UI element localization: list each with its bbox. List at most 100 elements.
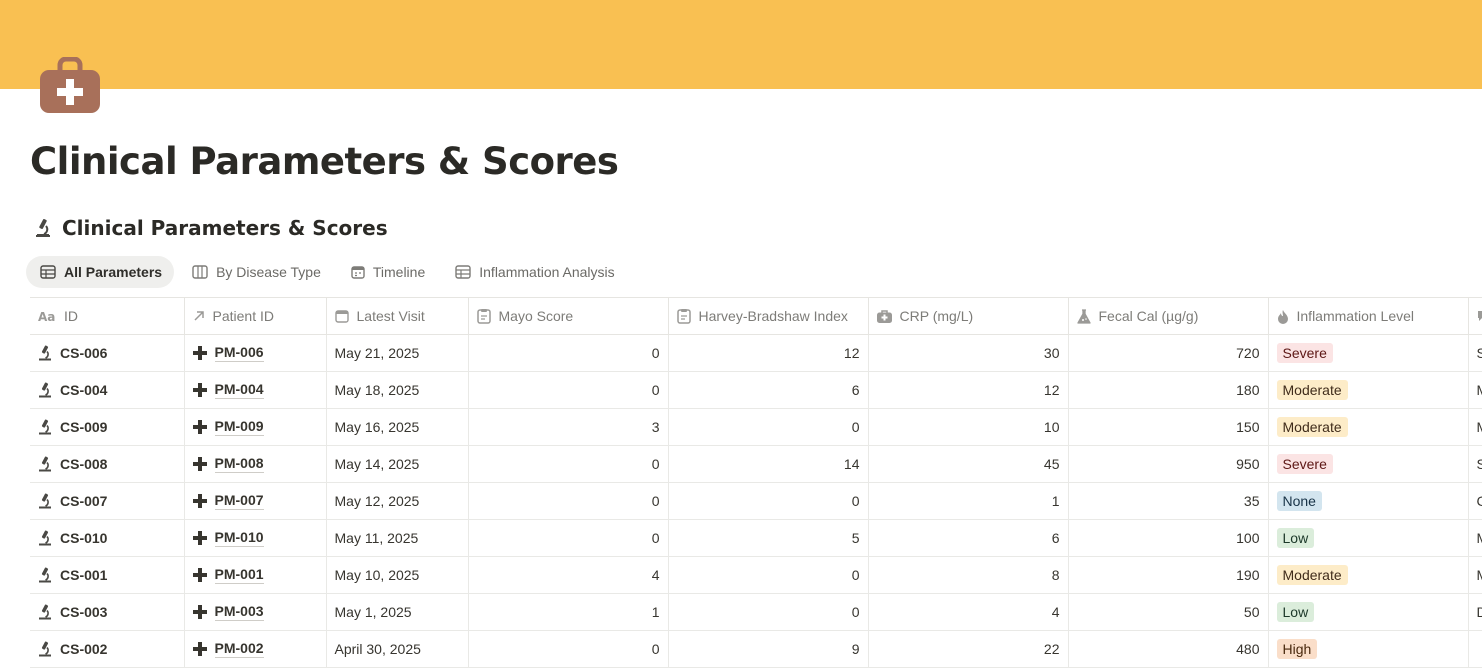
column-header-crp[interactable]: CRP (mg/L) [868, 298, 1068, 335]
column-header-fecal-cal[interactable]: Fecal Cal (µg/g) [1068, 298, 1268, 335]
tab-timeline[interactable]: Timeline [337, 256, 437, 288]
cell-latest-visit[interactable]: May 14, 2025 [326, 446, 468, 483]
cell-truncated[interactable]: M [1468, 409, 1482, 446]
cell-id[interactable]: CS-010 [30, 520, 184, 557]
cell-id[interactable]: CS-008 [30, 446, 184, 483]
table-row[interactable]: CS-010 PM-010 May 11, 2025056100LowM [30, 520, 1482, 557]
patient-link[interactable]: PM-010 [215, 529, 264, 547]
cell-mayo-score[interactable]: 0 [468, 483, 668, 520]
cell-latest-visit[interactable]: May 21, 2025 [326, 335, 468, 372]
cell-truncated[interactable]: S [1468, 446, 1482, 483]
cell-mayo-score[interactable]: 0 [468, 446, 668, 483]
cell-crp[interactable]: 6 [868, 520, 1068, 557]
cell-id[interactable]: CS-006 [30, 335, 184, 372]
cell-truncated[interactable]: M [1468, 557, 1482, 594]
cell-hbi[interactable]: 0 [668, 483, 868, 520]
column-header-inflammation-level[interactable]: Inflammation Level [1268, 298, 1468, 335]
patient-link[interactable]: PM-004 [215, 381, 264, 399]
cell-latest-visit[interactable]: April 30, 2025 [326, 631, 468, 668]
cell-latest-visit[interactable]: May 1, 2025 [326, 594, 468, 631]
cell-patient-id[interactable]: PM-007 [184, 483, 326, 520]
column-header-hbi[interactable]: Harvey-Bradshaw Index [668, 298, 868, 335]
cell-latest-visit[interactable]: May 12, 2025 [326, 483, 468, 520]
cell-fecal-cal[interactable]: 720 [1068, 335, 1268, 372]
column-header-mayo-score[interactable]: Mayo Score [468, 298, 668, 335]
cell-fecal-cal[interactable]: 100 [1068, 520, 1268, 557]
cell-id[interactable]: CS-009 [30, 409, 184, 446]
cell-fecal-cal[interactable]: 190 [1068, 557, 1268, 594]
cell-id[interactable]: CS-003 [30, 594, 184, 631]
cell-inflammation-level[interactable]: Low [1268, 594, 1468, 631]
cell-patient-id[interactable]: PM-009 [184, 409, 326, 446]
cell-fecal-cal[interactable]: 35 [1068, 483, 1268, 520]
cell-latest-visit[interactable]: May 16, 2025 [326, 409, 468, 446]
cell-truncated[interactable] [1468, 631, 1482, 668]
cell-mayo-score[interactable]: 3 [468, 409, 668, 446]
table-row[interactable]: CS-007PM-007May 12, 202500135NoneC [30, 483, 1482, 520]
cell-truncated[interactable]: S [1468, 335, 1482, 372]
cell-inflammation-level[interactable]: Low [1268, 520, 1468, 557]
cell-crp[interactable]: 12 [868, 372, 1068, 409]
column-header-patient-id[interactable]: Patient ID [184, 298, 326, 335]
cell-patient-id[interactable]: PM-004 [184, 372, 326, 409]
cell-patient-id[interactable]: PM-010 [184, 520, 326, 557]
patient-link[interactable]: PM-003 [215, 603, 264, 621]
cell-hbi[interactable]: 5 [668, 520, 868, 557]
cell-id[interactable]: CS-004 [30, 372, 184, 409]
cell-crp[interactable]: 4 [868, 594, 1068, 631]
cell-crp[interactable]: 22 [868, 631, 1068, 668]
cell-patient-id[interactable]: PM-003 [184, 594, 326, 631]
cell-patient-id[interactable]: PM-006 [184, 335, 326, 372]
cell-inflammation-level[interactable]: Severe [1268, 335, 1468, 372]
table-row[interactable]: CS-009PM-009May 16, 20253010150ModerateM [30, 409, 1482, 446]
cell-patient-id[interactable]: PM-002 [184, 631, 326, 668]
cell-id[interactable]: CS-001 [30, 557, 184, 594]
cell-crp[interactable]: 45 [868, 446, 1068, 483]
patient-link[interactable]: PM-007 [215, 492, 264, 510]
cell-truncated[interactable]: C [1468, 483, 1482, 520]
cell-mayo-score[interactable]: 0 [468, 372, 668, 409]
cell-latest-visit[interactable]: May 18, 2025 [326, 372, 468, 409]
cell-fecal-cal[interactable]: 480 [1068, 631, 1268, 668]
cell-id[interactable]: CS-002 [30, 631, 184, 668]
cell-mayo-score[interactable]: 1 [468, 594, 668, 631]
cell-crp[interactable]: 8 [868, 557, 1068, 594]
table-row[interactable]: CS-004PM-004May 18, 20250612180ModerateM [30, 372, 1482, 409]
cell-latest-visit[interactable]: May 10, 2025 [326, 557, 468, 594]
column-header-latest-visit[interactable]: Latest Visit [326, 298, 468, 335]
cell-mayo-score[interactable]: 4 [468, 557, 668, 594]
patient-link[interactable]: PM-001 [215, 566, 264, 584]
cell-mayo-score[interactable]: 0 [468, 335, 668, 372]
cell-inflammation-level[interactable]: Severe [1268, 446, 1468, 483]
cell-patient-id[interactable]: PM-008 [184, 446, 326, 483]
cell-inflammation-level[interactable]: None [1268, 483, 1468, 520]
patient-link[interactable]: PM-006 [215, 344, 264, 362]
database-title[interactable]: Clinical Parameters & Scores [62, 216, 388, 240]
cell-hbi[interactable]: 14 [668, 446, 868, 483]
cell-inflammation-level[interactable]: Moderate [1268, 372, 1468, 409]
cell-latest-visit[interactable]: May 11, 2025 [326, 520, 468, 557]
table-row[interactable]: CS-001PM-001May 10, 2025408190ModerateM [30, 557, 1482, 594]
table-row[interactable]: CS-008PM-008May 14, 202501445950SevereS [30, 446, 1482, 483]
cell-fecal-cal[interactable]: 950 [1068, 446, 1268, 483]
cell-mayo-score[interactable]: 0 [468, 520, 668, 557]
tab-inflammation-analysis[interactable]: Inflammation Analysis [441, 256, 626, 288]
cell-truncated[interactable]: M [1468, 520, 1482, 557]
cell-hbi[interactable]: 0 [668, 409, 868, 446]
medical-bag-icon[interactable] [40, 57, 100, 113]
column-header-id[interactable]: Aa ID [30, 298, 184, 335]
cell-hbi[interactable]: 12 [668, 335, 868, 372]
cell-inflammation-level[interactable]: High [1268, 631, 1468, 668]
table-row[interactable]: CS-002PM-002April 30, 20250922480High [30, 631, 1482, 668]
cell-id[interactable]: CS-007 [30, 483, 184, 520]
column-header-truncated[interactable] [1468, 298, 1482, 335]
cell-truncated[interactable]: D [1468, 594, 1482, 631]
patient-link[interactable]: PM-002 [215, 640, 264, 658]
cell-crp[interactable]: 1 [868, 483, 1068, 520]
tab-by-disease-type[interactable]: By Disease Type [178, 256, 333, 288]
cell-mayo-score[interactable]: 0 [468, 631, 668, 668]
tab-all-parameters[interactable]: All Parameters [26, 256, 174, 288]
cell-hbi[interactable]: 6 [668, 372, 868, 409]
cell-hbi[interactable]: 0 [668, 594, 868, 631]
table-row[interactable]: CS-006PM-006May 21, 202501230720SevereS [30, 335, 1482, 372]
